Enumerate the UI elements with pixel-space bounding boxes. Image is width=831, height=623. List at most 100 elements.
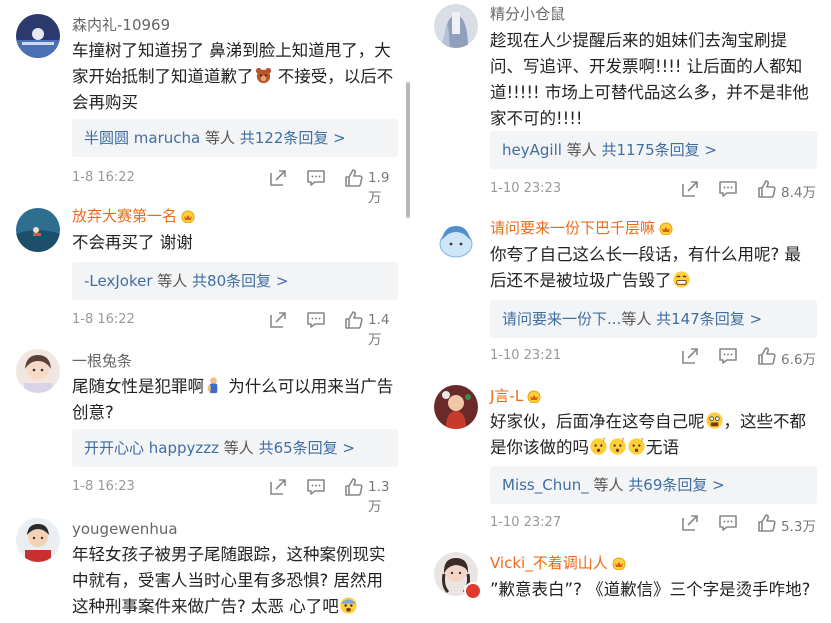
username[interactable]: J言-L <box>490 387 542 405</box>
comment-text: 年轻女孩子被男子尾随跟踪，这种案例现实中就有，受害人当时心里有多恐惧? 居然用这… <box>72 542 398 620</box>
comment-list-right[interactable]: 精分小仓鼠 趁现在人少提醒后来的姐妹们去淘宝刷提问、写追评、开发票啊!!!! 让… <box>418 0 831 623</box>
reply-summary[interactable]: 请问要来一份下...等人 共147条回复 > <box>490 300 817 338</box>
reply-mid: 等人 <box>588 476 629 494</box>
share-icon[interactable] <box>680 179 700 199</box>
comment-text: ”歉意表白”? 《道歉信》三个字是烫手咋地? <box>490 580 811 599</box>
comment-text-main: 你夸了自己这么长一段话，有什么用呢? 最后还不是被垃圾广告毁了 <box>490 245 802 290</box>
comment-icon[interactable] <box>718 346 738 366</box>
comment-icon[interactable] <box>306 310 326 330</box>
reply-mid: 等人 <box>561 141 602 159</box>
comment-text: 不会再买了 谢谢 <box>72 233 193 252</box>
reply-user[interactable]: 半圆圆 marucha <box>84 129 200 147</box>
share-icon[interactable] <box>268 310 288 330</box>
username[interactable]: Vicki_不着调山人 <box>490 554 627 572</box>
comment-item: yougewenhua 年轻女孩子被男子尾随跟踪，这种案例现实中就有，受害人当时… <box>0 510 412 623</box>
reply-count-link[interactable]: 共1175条回复 > <box>601 141 717 159</box>
comment-item: 森内礼-10969 车撞树了知道拐了 鼻涕到脸上知道甩了，大家开始抵制了知道道歉… <box>0 0 412 206</box>
comment-meta: 1-8 16:23 1.3万 <box>72 477 398 515</box>
avatar[interactable] <box>16 518 60 562</box>
share-icon[interactable] <box>268 477 288 497</box>
comment-meta: 1-8 16:22 1.4万 <box>72 310 398 348</box>
thumbs-up-icon[interactable] <box>757 346 777 366</box>
thumbs-up-icon[interactable] <box>344 310 364 330</box>
comment-text: 尾随女性是犯罪啊 为什么可以用来当广告创意? <box>72 374 398 426</box>
avatar[interactable] <box>16 14 60 58</box>
comment-item: Vicki_不着调山人 ”歉意表白”? 《道歉信》三个字是烫手咋地? <box>418 540 831 623</box>
reply-count-link[interactable]: 共122条回复 > <box>240 129 346 147</box>
avatar[interactable] <box>434 385 478 429</box>
share-icon[interactable] <box>680 346 700 366</box>
reply-mid: 等人 <box>152 272 193 290</box>
scrollbar[interactable] <box>406 82 410 218</box>
thumbs-up-icon[interactable] <box>757 179 777 199</box>
comment-meta: 1-10 23:21 6.6万 <box>490 346 817 368</box>
comment-text-main: 好家伙，后面净在这夸自己呢 <box>490 412 705 431</box>
reply-count-link[interactable]: 共80条回复 > <box>192 272 288 290</box>
comment-text: 好家伙，后面净在这夸自己呢 ，这些不都是你该做的吗??? 无语 <box>490 409 817 461</box>
comment-date: 1-10 23:27 <box>490 515 562 530</box>
fearful-emoji-icon <box>339 596 358 615</box>
username[interactable]: 精分小仓鼠 <box>490 5 565 23</box>
person-emoji-icon <box>204 376 223 395</box>
username-label[interactable]: 请问要来一份下巴千层嘛 <box>490 219 655 237</box>
comment-icon[interactable] <box>718 513 738 533</box>
avatar[interactable] <box>434 4 478 48</box>
comment-date: 1-10 23:23 <box>490 181 562 196</box>
comment-text: 车撞树了知道拐了 鼻涕到脸上知道甩了，大家开始抵制了知道道歉了 不接受，以后不会… <box>72 38 398 116</box>
reply-summary[interactable]: -LexJoker 等人 共80条回复 > <box>72 262 398 300</box>
reply-summary[interactable]: 开开心心 happyzzz 等人 共65条回复 > <box>72 429 398 467</box>
comment-text: 你夸了自己这么长一段话，有什么用呢? 最后还不是被垃圾广告毁了 <box>490 242 817 294</box>
comment-icon[interactable] <box>306 477 326 497</box>
reply-user[interactable]: 开开心心 happyzzz <box>84 439 219 457</box>
comment-icon[interactable] <box>306 168 326 188</box>
svg-text:?: ? <box>621 439 624 445</box>
username[interactable]: yougewenhua <box>72 520 178 538</box>
comment-meta: 1-10 23:23 8.4万 <box>490 179 817 201</box>
share-icon[interactable] <box>268 168 288 188</box>
share-icon[interactable] <box>680 513 700 533</box>
avatar[interactable] <box>16 349 60 393</box>
comment-icon[interactable] <box>718 179 738 199</box>
username[interactable]: 森内礼-10969 <box>72 16 170 34</box>
comment-text: 趁现在人少提醒后来的姐妹们去淘宝刷提问、写追评、开发票啊!!!! 让后面的人都知… <box>490 31 809 128</box>
comment-meta: 1-8 16:22 1.9万 <box>72 168 398 206</box>
reply-summary[interactable]: Miss_Chun_ 等人 共69条回复 > <box>490 466 817 504</box>
reply-user[interactable]: heyAgill <box>502 141 562 159</box>
like-count: 6.6万 <box>781 352 816 368</box>
reply-count-link[interactable]: 共69条回复 > <box>628 476 724 494</box>
username-label[interactable]: Vicki_不着调山人 <box>490 554 608 572</box>
username-label[interactable]: J言-L <box>490 387 523 405</box>
comment-text-main: 尾随女性是犯罪啊 <box>72 377 204 396</box>
comment-date: 1-8 16:22 <box>72 312 135 327</box>
crown-badge-icon <box>658 221 674 236</box>
like-count: 5.3万 <box>781 519 816 535</box>
reply-mid: 等人 <box>219 439 259 457</box>
like-count: 8.4万 <box>781 185 816 201</box>
reply-summary[interactable]: 半圆圆 marucha 等人 共122条回复 > <box>72 119 398 157</box>
username[interactable]: 一根兔条 <box>72 352 132 370</box>
avatar[interactable] <box>16 208 60 252</box>
svg-text:?: ? <box>640 439 643 445</box>
comment-text-end: 无语 <box>646 438 679 457</box>
username[interactable]: 请问要来一份下巴千层嘛 <box>490 219 674 237</box>
bear-emoji-icon <box>254 66 273 85</box>
verified-badge-icon <box>464 582 482 600</box>
thumbs-up-icon[interactable] <box>344 168 364 188</box>
avatar[interactable] <box>434 218 478 262</box>
reply-summary[interactable]: heyAgill 等人 共1175条回复 > <box>490 131 817 169</box>
comment-date: 1-8 16:23 <box>72 479 135 494</box>
reply-count-link[interactable]: 共65条回复 > <box>259 439 355 457</box>
reply-user[interactable]: 请问要来一份下... <box>502 310 621 328</box>
reply-user[interactable]: Miss_Chun_ <box>502 476 589 494</box>
comment-item: 放弃大赛第一名 不会再买了 谢谢 -LexJoker 等人 共80条回复 > 1… <box>0 195 412 348</box>
reply-user[interactable]: -LexJoker <box>84 272 153 290</box>
username[interactable]: 放弃大赛第一名 <box>72 207 196 225</box>
svg-text:?: ? <box>602 439 605 445</box>
username-label[interactable]: 放弃大赛第一名 <box>72 207 177 225</box>
comment-list-left[interactable]: 森内礼-10969 车撞树了知道拐了 鼻涕到脸上知道甩了，大家开始抵制了知道道歉… <box>0 0 412 623</box>
thumbs-up-icon[interactable] <box>757 513 777 533</box>
comment-item: 请问要来一份下巴千层嘛 你夸了自己这么长一段话，有什么用呢? 最后还不是被垃圾广… <box>418 205 831 377</box>
reply-count-link[interactable]: 共147条回复 > <box>656 310 762 328</box>
thumbs-up-icon[interactable] <box>344 477 364 497</box>
confused-emoji-icon: ? <box>589 437 608 456</box>
